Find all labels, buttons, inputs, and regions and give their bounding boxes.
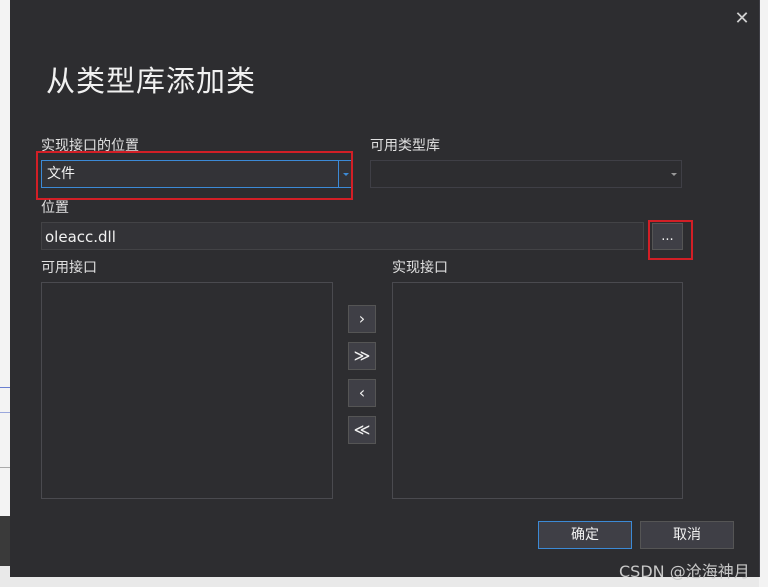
add-one-button[interactable]: › [348,305,376,333]
location-label: 位置 [41,200,69,216]
location-input[interactable]: oleacc.dll [41,222,644,250]
add-all-button[interactable]: ≫ [348,342,376,370]
chevron-down-icon[interactable] [667,161,681,187]
implemented-interfaces-list[interactable] [392,282,683,499]
background-line [0,467,10,468]
close-icon[interactable]: ✕ [732,8,752,30]
ok-button[interactable]: 确定 [538,521,632,549]
watermark-text: CSDN @沧海神月 [619,562,750,581]
dialog-title: 从类型库添加类 [46,64,257,98]
background-line [0,387,10,388]
remove-all-button[interactable]: ≪ [348,416,376,444]
implemented-interfaces-label: 实现接口 [392,260,448,276]
cancel-button[interactable]: 取消 [640,521,734,549]
highlight-box [36,151,353,200]
add-class-from-typelib-dialog: ✕ 从类型库添加类 实现接口的位置 文件 可用类型库 位置 oleacc.dll… [10,0,760,577]
available-typelib-select[interactable] [370,160,682,188]
highlight-box [648,220,693,260]
location-value: oleacc.dll [45,228,116,246]
background-window-right [759,0,768,587]
background-line [0,412,10,413]
available-interfaces-list[interactable] [41,282,333,499]
available-interfaces-label: 可用接口 [41,260,97,276]
remove-one-button[interactable]: ‹ [348,379,376,407]
available-typelib-label: 可用类型库 [370,138,440,154]
background-window-left [0,0,10,587]
